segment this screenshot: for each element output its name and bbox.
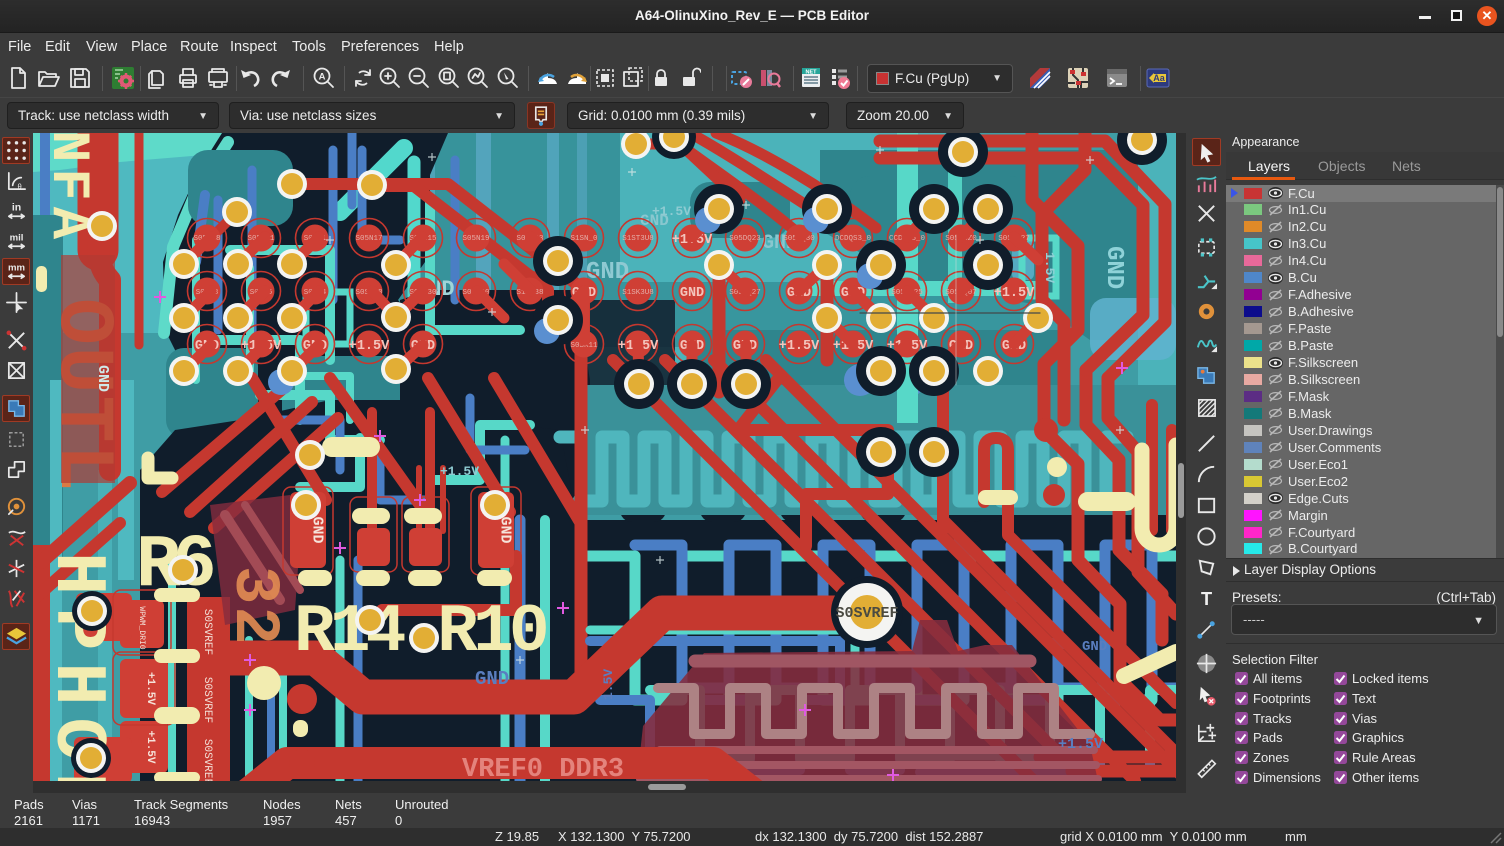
- svg-text:+1.5V: +1.5V: [349, 339, 390, 354]
- svg-text:S0SVREF: S0SVREF: [201, 677, 213, 723]
- svg-text:+1.5V: +1.5V: [144, 672, 156, 705]
- svg-text:mil: mil: [10, 233, 24, 244]
- svg-text:1.5V: 1.5V: [1042, 252, 1057, 283]
- svg-text:Aa: Aa: [1153, 73, 1165, 83]
- svg-text:in: in: [12, 202, 21, 214]
- svg-text:GND: GND: [496, 516, 513, 543]
- svg-text:GND: GND: [475, 668, 509, 690]
- svg-text:GND: GND: [308, 516, 325, 543]
- svg-text:+1.5V: +1.5V: [652, 204, 691, 219]
- svg-text:+1.5V: +1.5V: [994, 286, 1035, 301]
- svg-text:+1.5V: +1.5V: [779, 339, 820, 354]
- svg-text:S1SK3U8: S1SK3U8: [622, 289, 654, 297]
- svg-text:T: T: [1201, 589, 1212, 609]
- svg-text:32: 32: [217, 566, 289, 647]
- svg-text:mm: mm: [8, 263, 25, 274]
- svg-text:DCDQS3_0: DCDQS3_0: [835, 235, 872, 243]
- svg-text:θ: θ: [17, 182, 21, 191]
- svg-text:S05N17: S05N17: [355, 235, 382, 243]
- svg-text:S1SN_0: S1SN_0: [570, 235, 598, 243]
- svg-text:+1.5V: +1.5V: [440, 464, 479, 479]
- svg-text:S05DQ23: S05DQ23: [729, 235, 761, 243]
- svg-text:GND: GND: [680, 286, 704, 301]
- svg-text:S05N19: S05N19: [462, 235, 489, 243]
- svg-text:1.5V: 1.5V: [601, 669, 616, 700]
- svg-text:GND: GND: [94, 365, 111, 392]
- svg-text:A: A: [319, 72, 326, 83]
- svg-text:VREF0 DDR3: VREF0 DDR3: [462, 755, 624, 781]
- svg-text:S1ST3U8: S1ST3U8: [622, 235, 654, 243]
- svg-text:+1.5V: +1.5V: [1058, 736, 1103, 753]
- svg-text:S0SVREF: S0SVREF: [835, 605, 898, 622]
- svg-text:S0SVREF: S0SVREF: [201, 739, 213, 781]
- svg-text:GND: GND: [1082, 639, 1107, 655]
- svg-text:GND: GND: [1100, 246, 1127, 289]
- svg-text:+1.5V: +1.5V: [144, 730, 156, 763]
- svg-text:NET: NET: [806, 70, 818, 76]
- svg-text:WPWM_DRI0: WPWM_DRI0: [137, 606, 146, 649]
- svg-text:S0SVREF: S0SVREF: [201, 609, 213, 655]
